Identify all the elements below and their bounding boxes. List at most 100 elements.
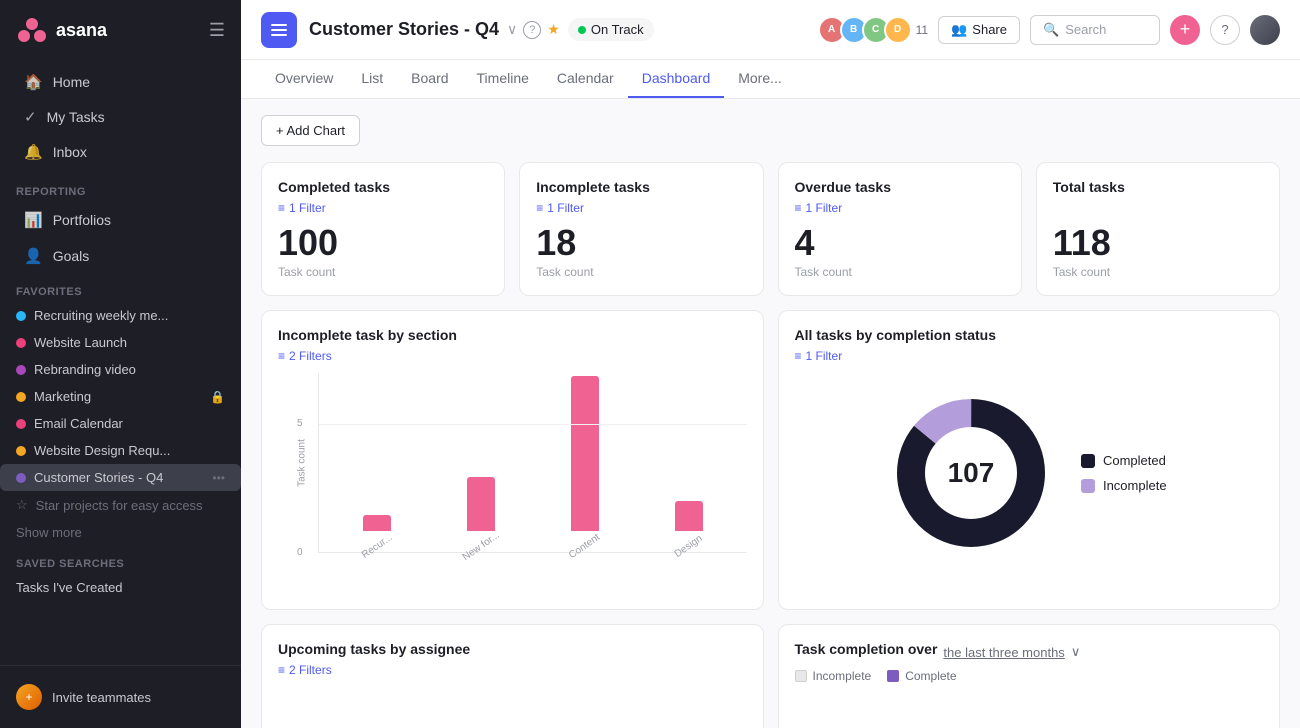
completed-filter[interactable]: ≡ 1 Filter (278, 201, 488, 215)
share-button[interactable]: 👥 Share (938, 16, 1020, 44)
saved-searches-label: Saved searches (0, 546, 241, 574)
bar-chart-card: Incomplete task by section ≡ 2 Filters T… (261, 310, 764, 610)
dropdown-chevron[interactable]: ∨ (1071, 644, 1081, 660)
tab-board[interactable]: Board (397, 60, 462, 98)
tab-overview[interactable]: Overview (261, 60, 347, 98)
check-icon: ✓ (24, 108, 37, 126)
sidebar-fav-marketing[interactable]: Marketing 🔒 (0, 383, 241, 410)
incomplete-count: 18 (536, 225, 746, 261)
donut-svg-wrap: 107 (891, 393, 1051, 553)
bar-new-label: New for... (460, 530, 501, 563)
website-design-label: Website Design Requ... (34, 443, 225, 458)
website-launch-dot (16, 338, 26, 348)
user-avatar[interactable] (1250, 15, 1280, 45)
chevron-down-icon[interactable]: ∨ (507, 21, 517, 38)
completed-label: Task count (278, 265, 488, 279)
bar-chart-filter[interactable]: ≡ 2 Filters (278, 349, 747, 363)
total-tasks-title: Total tasks (1053, 179, 1263, 195)
incomplete-filter[interactable]: ≡ 1 Filter (536, 201, 746, 215)
sidebar-fav-website-design[interactable]: Website Design Requ... (0, 437, 241, 464)
bell-icon: 🔔 (24, 143, 43, 161)
email-calendar-dot (16, 419, 26, 429)
bar-design-rect (675, 501, 703, 531)
saved-search-tasks-created[interactable]: Tasks I've Created (0, 574, 241, 601)
website-launch-label: Website Launch (34, 335, 225, 350)
completed-filter-label: 1 Filter (289, 201, 326, 215)
member-count: 11 (916, 23, 928, 37)
main-area: Customer Stories - Q4 ∨ ? ★ On Track A B… (241, 0, 1300, 728)
filter-icon: ≡ (795, 201, 802, 215)
help-button[interactable]: ? (1210, 15, 1240, 45)
donut-area: 107 Completed Incomplete (795, 373, 1264, 573)
asana-logo-text: asana (56, 20, 107, 41)
donut-chart-filter[interactable]: ≡ 1 Filter (795, 349, 1264, 363)
project-title: Customer Stories - Q4 (309, 19, 499, 40)
stat-card-completed: Completed tasks ≡ 1 Filter 100 Task coun… (261, 162, 505, 296)
y-tick-5: 5 (297, 418, 303, 429)
add-chart-button[interactable]: + Add Chart (261, 115, 360, 146)
goals-label: Goals (53, 248, 90, 264)
upcoming-filter[interactable]: ≡ 2 Filters (278, 663, 747, 677)
topbar: Customer Stories - Q4 ∨ ? ★ On Track A B… (241, 0, 1300, 60)
portfolios-label: Portfolios (53, 212, 111, 228)
bar-design-label: Design (673, 533, 705, 560)
bar-content-rect (571, 376, 599, 531)
upcoming-tasks-title: Upcoming tasks by assignee (278, 641, 747, 657)
charts-bottom-row: Upcoming tasks by assignee ≡ 2 Filters T… (261, 624, 1280, 728)
upcoming-filter-label: 2 Filters (289, 663, 332, 677)
stat-card-total: Total tasks 118 Task count (1036, 162, 1280, 296)
legend-incomplete-text: Incomplete (813, 669, 872, 683)
sidebar-item-inbox[interactable]: 🔔 Inbox (8, 135, 233, 169)
add-button[interactable]: + (1170, 15, 1200, 45)
invite-teammates-button[interactable]: + Invite teammates (0, 676, 241, 718)
bar-recur-label: Recur... (360, 532, 395, 561)
tab-list[interactable]: List (347, 60, 397, 98)
sidebar-fav-rebranding[interactable]: Rebranding video (0, 356, 241, 383)
project-members-avatars: A B C D 11 (818, 16, 928, 44)
legend-completed-dot (1081, 454, 1095, 468)
tab-dashboard[interactable]: Dashboard (628, 60, 725, 98)
reporting-section-label: Reporting (0, 174, 241, 202)
star-icon: ☆ (16, 497, 28, 513)
star-projects-label: Star projects for easy access (36, 498, 203, 513)
completed-tasks-title: Completed tasks (278, 179, 488, 195)
donut-chart-title: All tasks by completion status (795, 327, 1264, 343)
lock-icon: 🔒 (210, 390, 225, 404)
sidebar-fav-recruiting[interactable]: Recruiting weekly me... (0, 302, 241, 329)
tab-more[interactable]: More... (724, 60, 796, 98)
star-icon[interactable]: ★ (547, 21, 560, 38)
menu-icon (269, 20, 289, 40)
sidebar-header: asana ☰ (0, 0, 241, 60)
rebranding-label: Rebranding video (34, 362, 225, 377)
overdue-filter[interactable]: ≡ 1 Filter (795, 201, 1005, 215)
info-icon[interactable]: ? (523, 21, 541, 39)
bar-chart-area: Task count 5 0 Recur... (278, 373, 747, 593)
time-period-link[interactable]: the last three months (943, 645, 1064, 660)
search-placeholder: Search (1065, 22, 1106, 37)
stat-card-incomplete: Incomplete tasks ≡ 1 Filter 18 Task coun… (519, 162, 763, 296)
sidebar-fav-email-calendar[interactable]: Email Calendar (0, 410, 241, 437)
asana-logo: asana (16, 14, 107, 46)
more-options-icon[interactable]: ••• (212, 471, 225, 485)
project-icon-button[interactable] (261, 12, 297, 48)
total-label: Task count (1053, 265, 1263, 279)
show-more-button[interactable]: Show more (0, 519, 241, 546)
bar-recur-rect (363, 515, 391, 531)
legend-completed: Completed (1081, 453, 1167, 468)
sidebar-item-home[interactable]: 🏠 Home (8, 65, 233, 99)
sidebar-fav-customer-stories[interactable]: Customer Stories - Q4 ••• (0, 464, 241, 491)
sidebar-item-portfolios[interactable]: 📊 Portfolios (8, 203, 233, 237)
hamburger-icon[interactable]: ☰ (209, 20, 225, 41)
sidebar-item-goals[interactable]: 👤 Goals (8, 239, 233, 273)
sidebar-home-label: Home (53, 74, 90, 90)
y-axis-label: Task count (296, 439, 307, 487)
sidebar-fav-website-launch[interactable]: Website Launch (0, 329, 241, 356)
sidebar-item-my-tasks[interactable]: ✓ My Tasks (8, 100, 233, 134)
sidebar-bottom: + Invite teammates (0, 665, 241, 728)
filter-icon-donut: ≡ (795, 349, 802, 363)
search-box[interactable]: 🔍 Search (1030, 15, 1160, 45)
invite-icon: + (16, 684, 42, 710)
sidebar-my-tasks-label: My Tasks (47, 109, 105, 125)
tab-calendar[interactable]: Calendar (543, 60, 628, 98)
tab-timeline[interactable]: Timeline (463, 60, 543, 98)
